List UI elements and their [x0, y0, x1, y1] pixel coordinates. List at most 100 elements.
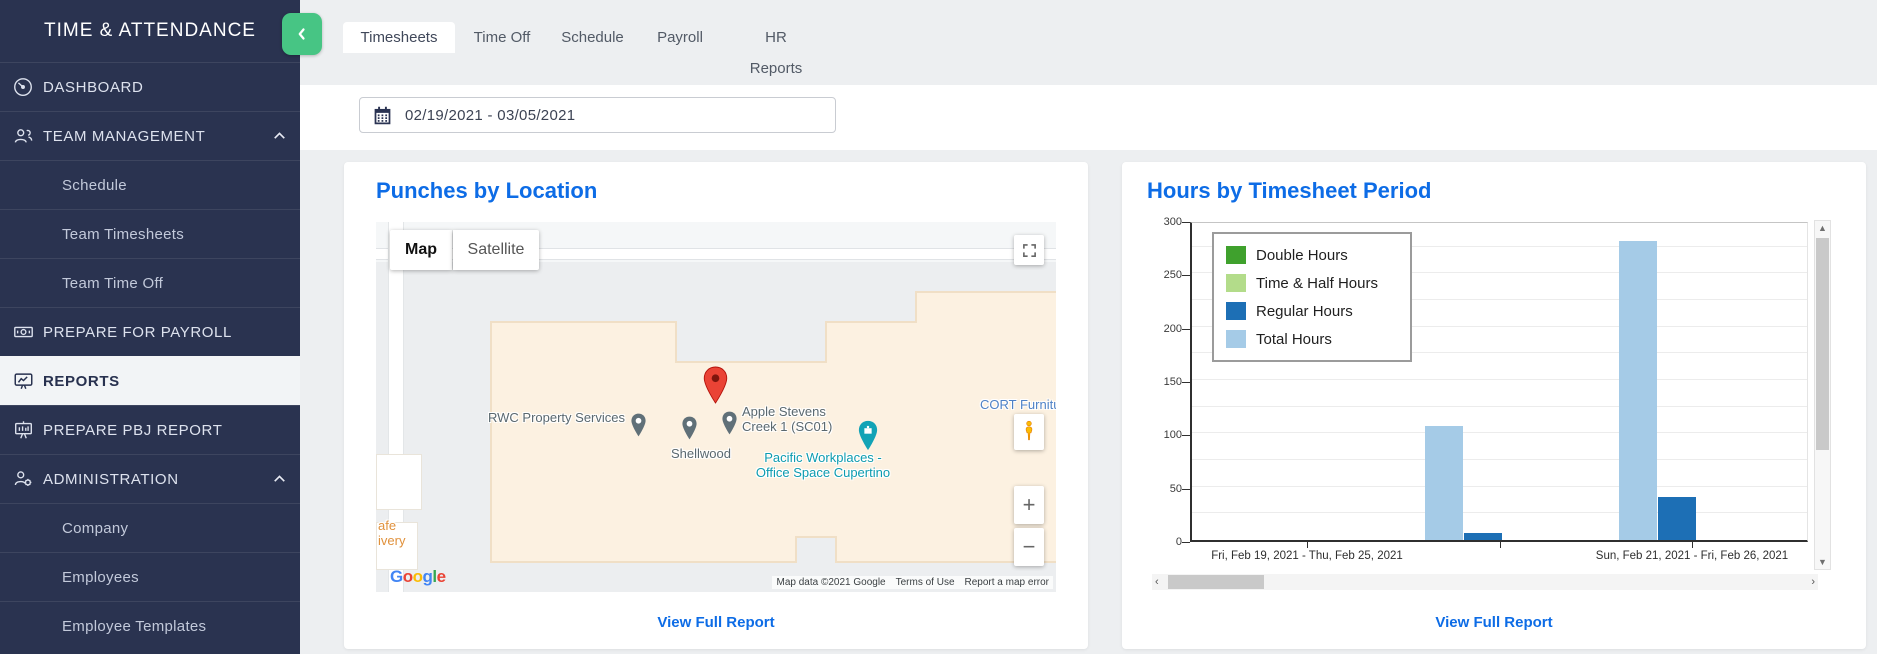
google-map[interactable]: RWC Property Services Shellwood Apple St… [376, 222, 1056, 592]
tab-hr-reports[interactable]: HR Reports [737, 22, 815, 53]
x-axis-tick-mark [1307, 542, 1308, 548]
sidebar-item-label: PREPARE PBJ REPORT [43, 422, 222, 439]
scroll-right-arrow[interactable]: › [1811, 574, 1815, 590]
sidebar-item-dashboard[interactable]: DASHBOARD [0, 62, 300, 111]
tab-time-off[interactable]: Time Off [472, 22, 532, 53]
map-type-satellite-button[interactable]: Satellite [453, 230, 539, 270]
team-icon [10, 124, 36, 148]
zoom-in-button[interactable]: + [1014, 486, 1044, 524]
admin-gear-icon [10, 467, 36, 491]
banknote-icon [10, 320, 36, 344]
y-axis-tick-mark [1182, 329, 1190, 330]
pegman-control[interactable] [1014, 414, 1044, 450]
vertical-scrollbar[interactable]: ▲ ▼ [1814, 220, 1831, 570]
sidebar-item-team-management[interactable]: TEAM MANAGEMENT [0, 111, 300, 160]
sidebar-item-employee-templates[interactable]: Employee Templates [0, 601, 300, 650]
map-attribution: Map data ©2021 Google Terms of Use Repor… [772, 576, 1053, 589]
view-full-report-link[interactable]: View Full Report [344, 614, 1088, 631]
sidebar-item-prepare-for-payroll[interactable]: PREPARE FOR PAYROLL [0, 307, 300, 356]
legend-item: Total Hours [1226, 327, 1398, 351]
y-axis-tick-mark [1182, 542, 1190, 543]
y-axis-tick-label: 250 [1136, 269, 1182, 281]
presentation-board-icon [10, 418, 36, 442]
poi-label-rwc: RWC Property Services [479, 410, 625, 425]
bar-regular-hours [1658, 497, 1696, 540]
fullscreen-button[interactable] [1014, 235, 1044, 265]
hours-by-timesheet-period-card: Hours by Timesheet Period Double Hours T… [1122, 162, 1866, 649]
report-map-error-link[interactable]: Report a map error [965, 577, 1049, 588]
sidebar-item-label: DASHBOARD [43, 79, 143, 96]
top-tab-bar: Timesheets Time Off Schedule Payroll HR … [300, 0, 1877, 85]
date-range-picker[interactable]: 02/19/2021 - 03/05/2021 [359, 97, 836, 133]
poi-label-cafe: afe ivery [378, 518, 405, 548]
gray-poi-pin-apple[interactable] [721, 410, 738, 436]
poi-label-pacific-workplaces: Pacific Workplaces - Office Space Cupert… [723, 450, 923, 480]
view-full-report-link[interactable]: View Full Report [1122, 614, 1866, 631]
sidebar: TIME & ATTENDANCE DASHBOARD TEAM MANAGEM… [0, 0, 300, 654]
app-title: TIME & ATTENDANCE [0, 0, 300, 62]
legend-swatch-time-half-hours [1226, 274, 1246, 292]
legend-swatch-double-hours [1226, 246, 1246, 264]
chevron-left-icon [293, 24, 311, 44]
chart-area: Double Hours Time & Half Hours Regular H… [1122, 162, 1866, 649]
sidebar-item-company[interactable]: Company [0, 503, 300, 552]
x-axis-category-label: Sun, Feb 21, 2021 - Fri, Feb 26, 2021 [1542, 550, 1842, 562]
sidebar-item-label: PREPARE FOR PAYROLL [43, 324, 232, 341]
legend-swatch-regular-hours [1226, 302, 1246, 320]
y-axis-tick-label: 200 [1136, 323, 1182, 335]
y-axis-tick-mark [1182, 489, 1190, 490]
sidebar-item-administration[interactable]: ADMINISTRATION [0, 454, 300, 503]
y-axis-tick-label: 300 [1136, 216, 1182, 228]
gray-poi-pin-rwc[interactable] [630, 412, 647, 438]
report-chart-icon [10, 369, 36, 393]
gridline [1192, 379, 1807, 380]
sidebar-collapse-button[interactable] [282, 13, 322, 55]
red-location-pin[interactable] [702, 365, 729, 405]
zoom-out-button[interactable]: − [1014, 528, 1044, 566]
gridline [1192, 459, 1807, 460]
terms-of-use-link[interactable]: Terms of Use [896, 577, 955, 588]
time-attendance-app: TIME & ATTENDANCE DASHBOARD TEAM MANAGEM… [0, 0, 1877, 654]
bar-total-hours [1619, 241, 1657, 540]
legend-item: Time & Half Hours [1226, 271, 1398, 295]
vertical-scroll-thumb[interactable] [1816, 238, 1829, 450]
x-axis-tick-mark [1500, 542, 1501, 548]
map-building-complex [376, 222, 1056, 592]
sidebar-item-reports[interactable]: REPORTS [0, 356, 300, 405]
gridline [1192, 406, 1807, 407]
horizontal-scrollbar[interactable]: ‹ › [1152, 574, 1818, 590]
tab-timesheets[interactable]: Timesheets [343, 22, 455, 53]
sidebar-item-team-time-off[interactable]: Team Time Off [0, 258, 300, 307]
sidebar-item-label: Company [62, 520, 128, 537]
scroll-up-arrow[interactable]: ▲ [1815, 223, 1830, 233]
gray-poi-pin-shellwood[interactable] [681, 415, 698, 441]
chevron-up-icon [272, 129, 287, 147]
y-axis-tick-mark [1182, 435, 1190, 436]
sidebar-item-schedule[interactable]: Schedule [0, 160, 300, 209]
sidebar-item-label: ADMINISTRATION [43, 471, 179, 488]
map-type-map-button[interactable]: Map [390, 230, 452, 270]
sidebar-item-prepare-pbj-report[interactable]: PREPARE PBJ REPORT [0, 405, 300, 454]
gridline [1192, 432, 1807, 433]
sidebar-item-label: Employee Templates [62, 618, 206, 635]
sidebar-item-employees[interactable]: Employees [0, 552, 300, 601]
teal-poi-pin-pacific[interactable] [857, 420, 879, 451]
scroll-left-arrow[interactable]: ‹ [1155, 574, 1159, 590]
sidebar-item-team-timesheets[interactable]: Team Timesheets [0, 209, 300, 258]
pegman-icon [1022, 419, 1036, 445]
map-data-copyright: Map data ©2021 Google [776, 577, 885, 588]
sidebar-item-label: REPORTS [43, 373, 120, 390]
x-axis-tick-mark [1692, 542, 1693, 548]
google-logo[interactable]: Google [390, 567, 446, 587]
y-axis-tick-label: 150 [1136, 376, 1182, 388]
horizontal-scroll-thumb[interactable] [1168, 575, 1264, 589]
sidebar-item-label: Employees [62, 569, 139, 586]
sidebar-item-label: Team Time Off [62, 275, 163, 292]
tab-payroll[interactable]: Payroll [657, 22, 703, 53]
tab-schedule[interactable]: Schedule [560, 22, 625, 53]
gridline [1192, 512, 1807, 513]
fullscreen-icon [1022, 243, 1037, 258]
filter-band: 02/19/2021 - 03/05/2021 [300, 85, 1877, 150]
legend-swatch-total-hours [1226, 330, 1246, 348]
x-axis-category-label: Fri, Feb 19, 2021 - Thu, Feb 25, 2021 [1157, 550, 1457, 562]
